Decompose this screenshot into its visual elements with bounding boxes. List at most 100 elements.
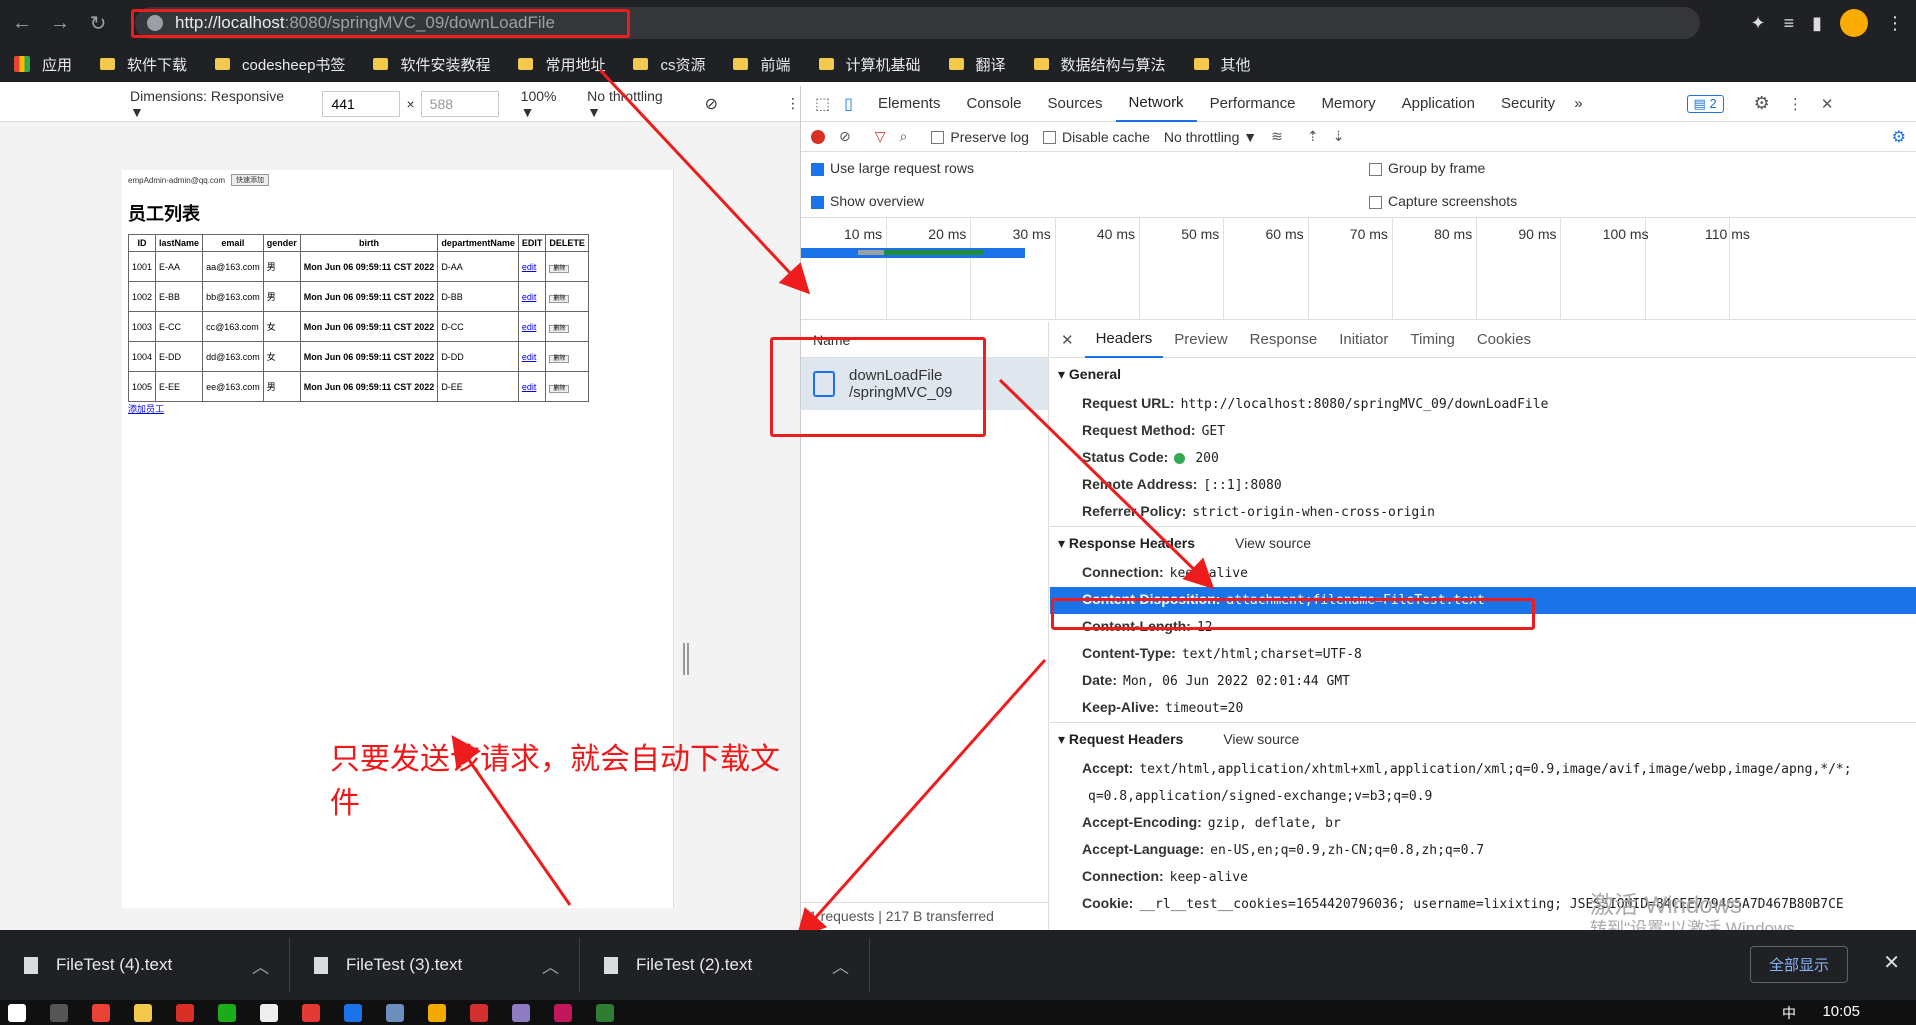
bookmark-folder[interactable]: 前端 bbox=[733, 54, 791, 75]
download-item[interactable]: FileTest (2).text ︿ bbox=[580, 938, 870, 992]
header-row[interactable]: Remote Address: [::1]:8080 bbox=[1050, 472, 1916, 499]
more-tabs-icon[interactable]: » bbox=[1574, 95, 1582, 112]
intellij-icon[interactable] bbox=[554, 1003, 572, 1022]
show-all-button[interactable]: 全部显示 bbox=[1749, 946, 1848, 983]
header-row[interactable]: q=0.8,application/signed-exchange;v=b3;q… bbox=[1050, 783, 1916, 810]
preserve-log-checkbox[interactable]: Preserve log bbox=[931, 129, 1029, 145]
disable-cache-checkbox[interactable]: Disable cache bbox=[1042, 129, 1150, 145]
network-overview[interactable]: 10 ms 20 ms 30 ms 40 ms 50 ms 60 ms 70 ms 80 ms… bbox=[801, 218, 1916, 320]
request-headers-header[interactable]: ▾ Request Headers View source bbox=[1050, 722, 1916, 756]
app-icon[interactable] bbox=[428, 1003, 446, 1022]
header-row[interactable]: Keep-Alive: timeout=20 bbox=[1050, 695, 1916, 722]
ime-indicator[interactable]: 中 bbox=[1782, 1003, 1796, 1023]
network-throttle-select[interactable]: No throttling ▼ bbox=[1164, 129, 1257, 145]
reading-list-icon[interactable]: ≡ bbox=[1784, 13, 1795, 34]
import-har-icon[interactable]: ⇡ bbox=[1307, 128, 1319, 145]
chevron-up-icon[interactable]: ︿ bbox=[252, 953, 269, 978]
app-icon[interactable] bbox=[512, 1003, 530, 1022]
bookmark-folder[interactable]: cs资源 bbox=[633, 54, 705, 75]
chevron-up-icon[interactable]: ︿ bbox=[832, 953, 849, 978]
bookmark-folder[interactable]: 软件安装教程 bbox=[373, 54, 490, 75]
edit-link[interactable]: edit bbox=[522, 292, 537, 302]
clear-icon[interactable]: ⊘ bbox=[839, 128, 851, 145]
extensions-icon[interactable]: ✦ bbox=[1750, 13, 1765, 34]
capture-screenshots-checkbox[interactable]: Capture screenshots bbox=[1369, 193, 1517, 209]
tab-network[interactable]: Network bbox=[1115, 86, 1197, 122]
close-shelf-icon[interactable]: ✕ bbox=[1883, 950, 1900, 975]
tab-memory[interactable]: Memory bbox=[1308, 86, 1388, 122]
inspect-icon[interactable]: ⬚ bbox=[815, 94, 830, 114]
app-icon[interactable] bbox=[302, 1003, 320, 1022]
view-source-link[interactable]: View source bbox=[1235, 535, 1311, 551]
delete-button[interactable]: 删除 bbox=[549, 324, 570, 333]
resize-handle-right[interactable] bbox=[683, 643, 689, 675]
show-overview-checkbox[interactable]: Show overview bbox=[811, 193, 924, 209]
clock[interactable]: 10:05 bbox=[1822, 1003, 1860, 1020]
delete-button[interactable]: 删除 bbox=[549, 294, 570, 303]
chrome-icon[interactable] bbox=[92, 1003, 110, 1022]
throttle-select[interactable]: No throttling ▼ bbox=[587, 88, 678, 120]
filter-icon[interactable]: ▽ bbox=[875, 128, 886, 145]
download-item[interactable]: FileTest (4).text ︿ bbox=[0, 938, 290, 992]
edit-link[interactable]: edit bbox=[522, 262, 537, 272]
edit-link[interactable]: edit bbox=[522, 322, 537, 332]
bookmark-folder[interactable]: 计算机基础 bbox=[818, 54, 921, 75]
tab-elements[interactable]: Elements bbox=[865, 86, 954, 122]
width-input[interactable] bbox=[322, 90, 401, 117]
rotate-icon[interactable]: ⊘ bbox=[705, 94, 718, 114]
header-row[interactable]: Referrer Policy: strict-origin-when-cross… bbox=[1050, 499, 1916, 526]
bookmark-folder[interactable]: 软件下载 bbox=[100, 54, 187, 75]
record-icon[interactable] bbox=[811, 129, 825, 144]
forward-icon[interactable]: → bbox=[44, 7, 76, 39]
bookmark-folder[interactable]: 数据结构与算法 bbox=[1033, 54, 1166, 75]
export-har-icon[interactable]: ⇣ bbox=[1333, 128, 1345, 145]
delete-button[interactable]: 删除 bbox=[549, 264, 570, 273]
zoom-select[interactable]: 100% ▼ bbox=[521, 88, 574, 120]
tab-security[interactable]: Security bbox=[1488, 86, 1568, 122]
settings-icon[interactable]: ⚙ bbox=[1754, 93, 1770, 114]
tab-initiator[interactable]: Initiator bbox=[1328, 322, 1399, 358]
reload-icon[interactable]: ↻ bbox=[82, 7, 114, 39]
response-headers-header[interactable]: ▾ Response Headers View source bbox=[1050, 526, 1916, 560]
view-source-link[interactable]: View source bbox=[1223, 731, 1299, 747]
header-row[interactable]: Connection: keep-alive bbox=[1050, 864, 1916, 891]
profile-avatar[interactable] bbox=[1840, 9, 1868, 37]
add-employee-link[interactable]: 添加员工 bbox=[128, 402, 673, 415]
tab-cookies[interactable]: Cookies bbox=[1466, 322, 1542, 358]
tab-headers[interactable]: Headers bbox=[1084, 322, 1164, 358]
close-devtools-icon[interactable]: ✕ bbox=[1821, 95, 1834, 113]
edit-link[interactable]: edit bbox=[522, 352, 537, 362]
header-row[interactable]: Connection: keep-alive bbox=[1050, 560, 1916, 587]
bookmark-folder[interactable]: 常用地址 bbox=[518, 54, 605, 75]
device-toggle-icon[interactable]: ▯ bbox=[844, 94, 853, 114]
devtools-menu-icon[interactable]: ⋮ bbox=[1788, 95, 1803, 113]
issues-badge[interactable]: ▤ 2 bbox=[1686, 94, 1724, 113]
close-detail-icon[interactable]: ✕ bbox=[1050, 322, 1085, 358]
header-row[interactable]: Accept: text/html,application/xhtml+xml,a… bbox=[1050, 756, 1916, 783]
tab-sources[interactable]: Sources bbox=[1035, 86, 1116, 122]
tab-performance[interactable]: Performance bbox=[1197, 86, 1309, 122]
tab-application[interactable]: Application bbox=[1389, 86, 1488, 122]
delete-button[interactable]: 删除 bbox=[549, 384, 570, 393]
bookmark-folder[interactable]: 翻译 bbox=[948, 54, 1006, 75]
side-panel-icon[interactable]: ▮ bbox=[1812, 13, 1822, 34]
menu-icon[interactable]: ⋮ bbox=[1886, 13, 1904, 34]
header-row[interactable]: Request Method: GET bbox=[1050, 418, 1916, 445]
app-icon[interactable] bbox=[176, 1003, 194, 1022]
typora-icon[interactable] bbox=[260, 1003, 278, 1022]
header-row[interactable]: Accept-Encoding: gzip, deflate, br bbox=[1050, 810, 1916, 837]
download-item[interactable]: FileTest (3).text ︿ bbox=[290, 938, 580, 992]
general-header[interactable]: ▾ General bbox=[1050, 358, 1916, 391]
explorer-icon[interactable] bbox=[134, 1003, 152, 1022]
height-input[interactable] bbox=[420, 90, 499, 117]
wps-icon[interactable] bbox=[470, 1003, 488, 1022]
tab-preview[interactable]: Preview bbox=[1163, 322, 1238, 358]
quick-add-button[interactable]: 快速添加 bbox=[231, 174, 270, 186]
back-icon[interactable]: ← bbox=[6, 7, 38, 39]
chevron-up-icon[interactable]: ︿ bbox=[542, 953, 559, 978]
start-icon[interactable] bbox=[8, 1003, 26, 1022]
header-row[interactable]: Accept-Language: en-US,en;q=0.9,zh-CN;q=0… bbox=[1050, 837, 1916, 864]
wechat-icon[interactable] bbox=[218, 1003, 236, 1022]
bookmark-apps[interactable]: 应用 bbox=[14, 54, 72, 75]
bookmark-folder[interactable]: 其他 bbox=[1193, 54, 1251, 75]
